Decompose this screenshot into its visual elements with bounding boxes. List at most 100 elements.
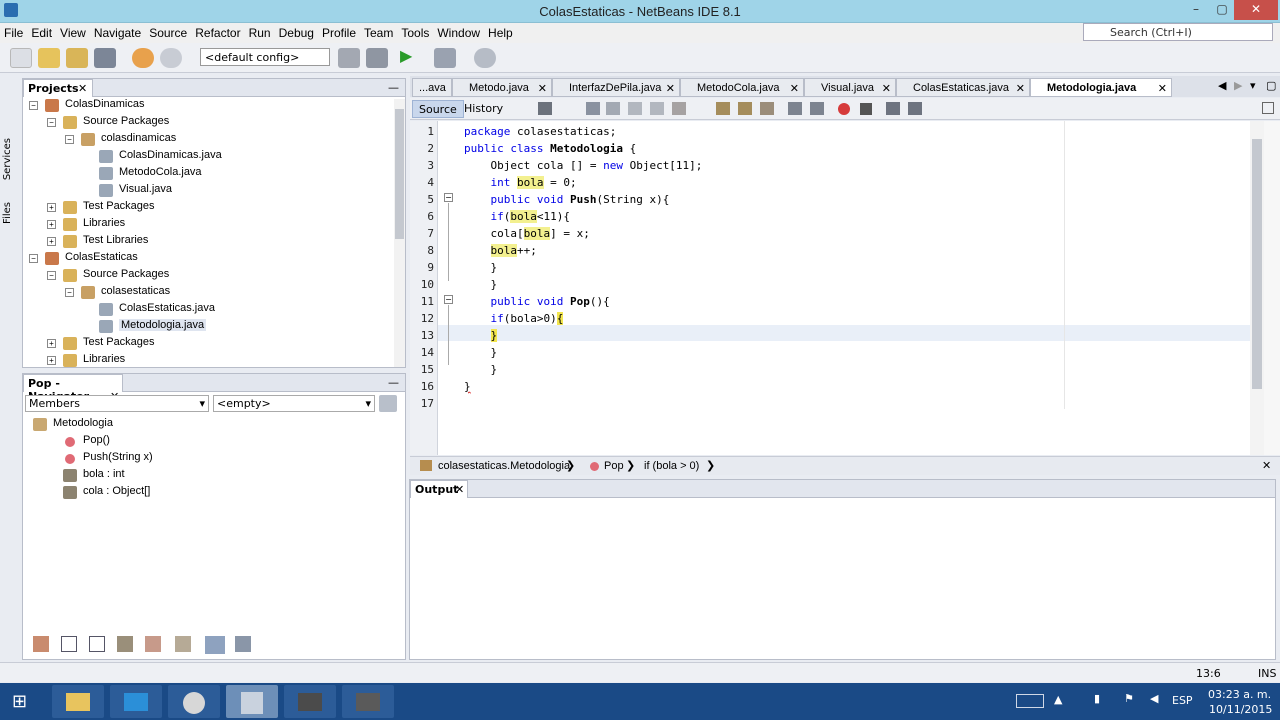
close-button[interactable]: ✕	[1234, 0, 1278, 20]
sort-name-icon[interactable]	[175, 636, 191, 652]
code-line[interactable]: if(bola<11){	[464, 210, 570, 223]
navigator-options-icon[interactable]	[379, 395, 397, 412]
toggle-bookmark-icon[interactable]	[760, 102, 774, 115]
code-line[interactable]: public void Push(String x){	[464, 193, 670, 206]
filter-fields-icon[interactable]	[61, 636, 77, 652]
code-line[interactable]: }	[464, 380, 471, 393]
file-explorer-icon[interactable]	[52, 685, 104, 718]
filter-nonpublic-icon[interactable]	[117, 636, 133, 652]
expand-icon[interactable]: +	[47, 237, 56, 246]
sort-source-icon[interactable]	[205, 636, 225, 654]
save-all-icon[interactable]	[94, 48, 116, 68]
code-line[interactable]: }	[464, 329, 498, 342]
code-line[interactable]: cola[bola] = x;	[464, 227, 590, 240]
tab-metodocola[interactable]: MetodoCola.java ✕	[680, 78, 804, 97]
store-icon[interactable]	[110, 685, 162, 718]
tree-item[interactable]: MetodoCola.java	[23, 165, 383, 182]
comment-icon[interactable]	[886, 102, 900, 115]
find-next-icon[interactable]	[650, 102, 664, 115]
members-select[interactable]: Members ▾	[25, 395, 209, 412]
menu-team[interactable]: Team	[360, 23, 397, 40]
close-icon[interactable]: ✕	[78, 82, 87, 95]
menu-profile[interactable]: Profile	[318, 23, 360, 40]
tree-item[interactable]: − Source Packages	[23, 114, 383, 131]
navigator-item[interactable]: bola : int	[23, 467, 383, 484]
code-line[interactable]: Object cola [] = new Object[11];	[464, 159, 702, 172]
new-project-icon[interactable]	[38, 48, 60, 68]
tree-item[interactable]: ColasEstaticas.java	[23, 301, 383, 318]
collapse-icon[interactable]: −	[29, 254, 38, 263]
netbeans-taskbar-icon[interactable]	[226, 685, 278, 718]
filter-static-icon[interactable]	[89, 636, 105, 652]
app-taskbar-icon-1[interactable]	[284, 685, 336, 718]
tab-scroll-left-icon[interactable]: ◀	[1218, 79, 1226, 92]
tab-ava[interactable]: ...ava	[412, 78, 452, 97]
tree-item[interactable]: + Libraries	[23, 352, 383, 369]
tab-visual[interactable]: Visual.java ✕	[804, 78, 896, 97]
menu-window[interactable]: Window	[433, 23, 484, 40]
expand-icon[interactable]: +	[47, 203, 56, 212]
volume-icon[interactable]: ◀	[1150, 692, 1158, 705]
filter-select[interactable]: <empty> ▾	[213, 395, 375, 412]
breadcrumb-statement[interactable]: if (bola > 0)	[644, 460, 699, 472]
keyboard-icon[interactable]	[1016, 694, 1044, 708]
prev-bookmark-icon[interactable]	[716, 102, 730, 115]
tree-item[interactable]: + Test Packages	[23, 335, 383, 352]
tab-projects[interactable]: Projects ✕	[23, 79, 93, 97]
breadcrumb-class[interactable]: colasestaticas.Metodologia	[438, 460, 570, 472]
config-select[interactable]: <default config>	[200, 48, 330, 66]
maximize-button[interactable]: ▢	[1208, 0, 1236, 20]
chrome-icon[interactable]	[168, 685, 220, 718]
profile-icon[interactable]	[474, 48, 496, 68]
build-icon[interactable]	[338, 48, 360, 68]
open-project-icon[interactable]	[66, 48, 88, 68]
clean-build-icon[interactable]	[366, 48, 388, 68]
tree-item[interactable]: − colasestaticas	[23, 284, 383, 301]
menu-debug[interactable]: Debug	[275, 23, 318, 40]
code-line[interactable]: public void Pop(){	[464, 295, 610, 308]
new-file-icon[interactable]	[10, 48, 32, 68]
fold-icon[interactable]: −	[444, 193, 453, 202]
close-icon[interactable]: ✕	[455, 483, 464, 496]
app-taskbar-icon-2[interactable]	[342, 685, 394, 718]
tab-interfazdepila[interactable]: InterfazDePila.java ✕	[552, 78, 680, 97]
tab-metodo[interactable]: Metodo.java ✕	[452, 78, 552, 97]
menu-tools[interactable]: Tools	[397, 23, 433, 40]
close-icon[interactable]: ✕	[1016, 82, 1025, 95]
editor-scrollbar[interactable]	[1250, 121, 1264, 455]
next-bookmark-icon[interactable]	[738, 102, 752, 115]
toggle-highlight-icon[interactable]	[672, 102, 686, 115]
find-icon[interactable]	[606, 102, 620, 115]
tree-item[interactable]: + Libraries	[23, 216, 383, 233]
code-line[interactable]: int bola = 0;	[464, 176, 577, 189]
language-indicator[interactable]: ESP	[1172, 694, 1193, 707]
navigator-item[interactable]: cola : Object[]	[23, 484, 383, 501]
minimize-button[interactable]: –	[1182, 0, 1210, 20]
stop-macro-icon[interactable]	[860, 103, 872, 115]
start-button-icon[interactable]: ⊞	[12, 692, 34, 712]
fqn-icon[interactable]	[235, 636, 251, 652]
close-icon[interactable]: ✕	[790, 82, 799, 95]
navigator-item[interactable]: Pop()	[23, 433, 383, 450]
menu-edit[interactable]: Edit	[27, 23, 56, 40]
menu-run[interactable]: Run	[245, 23, 275, 40]
clock-date[interactable]: 10/11/2015	[1209, 703, 1272, 716]
code-line[interactable]: public class Metodologia {	[464, 142, 636, 155]
collapse-icon[interactable]: −	[65, 135, 74, 144]
back-icon[interactable]	[586, 102, 600, 115]
close-icon[interactable]: ✕	[882, 82, 891, 95]
tree-item[interactable]: − Source Packages	[23, 267, 383, 284]
debug-icon[interactable]	[434, 48, 456, 68]
restore-window-icon[interactable]: ▢	[1266, 79, 1276, 92]
start-macro-icon[interactable]	[838, 103, 850, 115]
menu-navigate[interactable]: Navigate	[90, 23, 145, 40]
expand-icon[interactable]: +	[47, 339, 56, 348]
minimize-panel-icon[interactable]: —	[388, 81, 399, 94]
tree-item[interactable]: − colasdinamicas	[23, 131, 383, 148]
collapse-icon[interactable]: −	[29, 101, 38, 110]
tab-list-icon[interactable]: ▾	[1250, 79, 1256, 92]
collapse-icon[interactable]: −	[47, 118, 56, 127]
shift-right-icon[interactable]	[810, 102, 824, 115]
tree-item[interactable]: + Test Libraries	[23, 233, 383, 250]
shift-left-icon[interactable]	[788, 102, 802, 115]
